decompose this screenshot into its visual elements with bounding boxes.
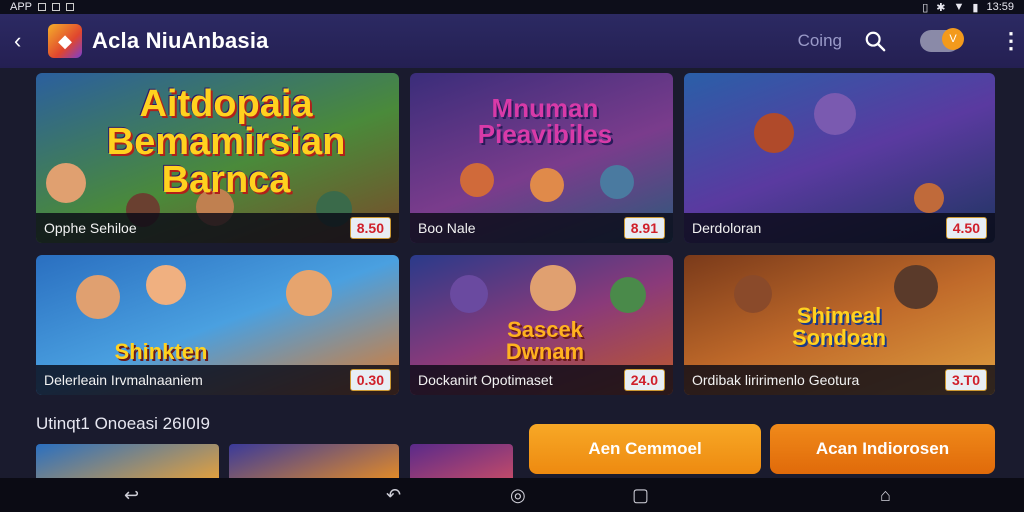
price-badge: 8.91 <box>623 217 665 239</box>
secondary-action-button[interactable]: Acan Indiorosen <box>770 424 995 474</box>
card-caption: Boo Nale 8.91 <box>410 213 673 243</box>
card-caption: Derdoloran 4.50 <box>684 213 995 243</box>
game-name: Opphe Sehiloe <box>44 220 137 236</box>
status-app-label: APP <box>10 1 33 13</box>
price-badge: 8.50 <box>349 217 391 239</box>
back-nav-icon[interactable]: ↶ <box>386 485 401 506</box>
card-caption: Delerleain Irvmalnaaniem 0.30 <box>36 365 399 395</box>
notification-icon <box>38 3 47 11</box>
game-banner: Mnuman Pieavibiles <box>477 93 613 149</box>
game-card[interactable]: Sascek Dwnam Dockanirt Opotimaset 24.0 <box>410 255 673 395</box>
game-name: Ordibak liririmenlo Geotura <box>692 372 860 388</box>
price-badge: 3.T0 <box>944 369 987 391</box>
recents-nav-icon[interactable]: ▢ <box>632 485 649 506</box>
primary-action-button[interactable]: Aen Cemmoel <box>529 424 761 474</box>
card-caption: Dockanirt Opotimaset 24.0 <box>410 365 673 395</box>
game-thumbnail[interactable] <box>36 444 219 478</box>
coin-badge-icon: V <box>942 28 964 50</box>
keyboard-nav-icon[interactable]: ⌂ <box>880 485 891 506</box>
game-card[interactable]: Mnuman Pieavibiles Boo Nale 8.91 <box>410 73 673 243</box>
price-badge: 4.50 <box>945 217 987 239</box>
game-banner: Shinkten <box>114 339 208 364</box>
card-caption: Opphe Sehiloe 8.50 <box>36 213 399 243</box>
price-badge: 0.30 <box>349 369 391 391</box>
game-name: Delerleain Irvmalnaaniem <box>44 372 203 388</box>
game-thumbnail[interactable] <box>410 444 513 478</box>
status-time: 13:59 <box>986 1 1014 13</box>
status-bar: APP ▯ ✱ ▼ ▮ 13:59 <box>0 0 1024 14</box>
coin-toggle[interactable]: V <box>920 28 964 52</box>
game-card[interactable]: Shinkten Delerleain Irvmalnaaniem 0.30 <box>36 255 399 395</box>
game-banner: Shimeal Sondoan <box>791 303 887 350</box>
app-logo: ◆ <box>48 24 82 58</box>
wifi-icon: ▼ <box>953 1 965 13</box>
game-name: Derdoloran <box>692 220 762 236</box>
system-nav-bar: ↩ ↶ ◎ ▢ ⌂ <box>0 478 1024 512</box>
notification-icon <box>66 3 75 11</box>
game-card[interactable]: Derdoloran 4.50 <box>684 73 995 243</box>
game-card[interactable]: Shimeal Sondoan Ordibak liririmenlo Geot… <box>684 255 995 395</box>
app-title: Acla NiuAnbasia <box>92 28 269 53</box>
app-bar: ‹ ◆ Acla NiuAnbasia Coing V ⋮ <box>0 14 1024 68</box>
home-nav-icon[interactable]: ◎ <box>510 485 526 506</box>
card-caption: Ordibak liririmenlo Geotura 3.T0 <box>684 365 995 395</box>
coin-label[interactable]: Coing <box>798 31 842 51</box>
search-icon[interactable] <box>864 30 886 52</box>
game-banner: Sascek Dwnam <box>505 317 585 364</box>
game-banner: Aitdopaia Bemamirsian Barnca <box>106 83 346 201</box>
game-grid: Aitdopaia Bemamirsian Barnca Opphe Sehil… <box>0 68 1024 478</box>
back-nav-icon[interactable]: ↩ <box>124 485 139 506</box>
sim-icon: ▯ <box>922 1 929 14</box>
section-title: Utinqt1 Onoeasi 26I0I9 <box>36 414 210 433</box>
game-card[interactable]: Aitdopaia Bemamirsian Barnca Opphe Sehil… <box>36 73 399 243</box>
game-name: Boo Nale <box>418 220 476 236</box>
price-badge: 24.0 <box>623 369 665 391</box>
game-name: Dockanirt Opotimaset <box>418 372 553 388</box>
notification-icon <box>52 3 61 11</box>
more-options-icon[interactable]: ⋮ <box>1000 28 1022 54</box>
back-arrow-icon[interactable]: ‹ <box>14 28 42 54</box>
battery-icon: ▮ <box>972 1 979 14</box>
game-thumbnail[interactable] <box>229 444 399 478</box>
bluetooth-icon: ✱ <box>936 1 946 14</box>
